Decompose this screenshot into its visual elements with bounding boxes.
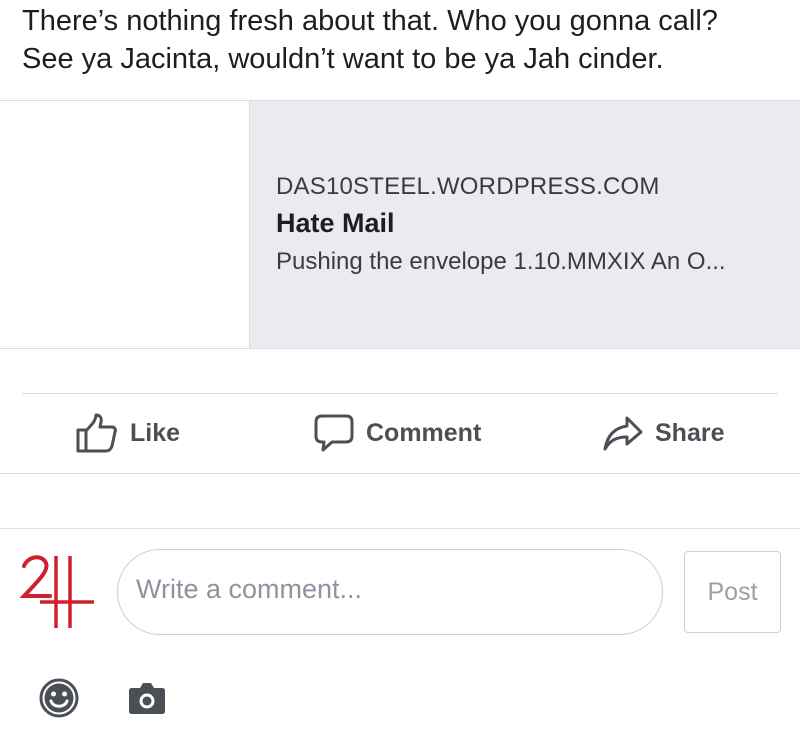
reaction-divider <box>22 393 778 394</box>
like-label: Like <box>130 418 181 447</box>
camera-button[interactable] <box>128 681 166 715</box>
share-arrow-icon <box>603 416 643 451</box>
post-button[interactable]: Post <box>684 551 781 633</box>
smiley-icon <box>39 678 79 718</box>
link-info[interactable]: DAS10STEEL.WORDPRESS.COM Hate Mail Pushi… <box>250 101 800 348</box>
comment-button[interactable]: Comment <box>314 412 481 454</box>
section-separator <box>0 528 800 529</box>
link-title[interactable]: Hate Mail <box>276 208 395 239</box>
link-description: Pushing the envelope 1.10.MMXIX An O... <box>276 248 726 275</box>
thumbs-up-icon <box>76 413 117 453</box>
share-button[interactable]: Share <box>603 412 724 454</box>
like-button[interactable]: Like <box>76 412 180 454</box>
comment-input[interactable] <box>136 574 636 605</box>
camera-icon <box>129 683 165 714</box>
comment-label: Comment <box>366 418 482 447</box>
section-separator <box>0 473 800 474</box>
link-preview-card[interactable]: DAS10STEEL.WORDPRESS.COM Hate Mail Pushi… <box>0 100 800 349</box>
post-text-line-1: There’s nothing fresh about that. Who yo… <box>22 5 718 37</box>
comment-bubble-icon <box>314 414 354 452</box>
link-domain: DAS10STEEL.WORDPRESS.COM <box>276 173 660 200</box>
emoji-button[interactable] <box>39 678 79 718</box>
post-text: There’s nothing fresh about that. Who yo… <box>22 2 792 78</box>
link-thumbnail[interactable] <box>0 101 250 348</box>
post-text-line-2: See ya Jacinta, wouldn’t want to be ya J… <box>22 43 664 75</box>
comment-field[interactable] <box>117 549 663 635</box>
share-label: Share <box>655 418 725 447</box>
avatar[interactable] <box>18 548 98 628</box>
avatar-logo-icon <box>19 555 94 628</box>
